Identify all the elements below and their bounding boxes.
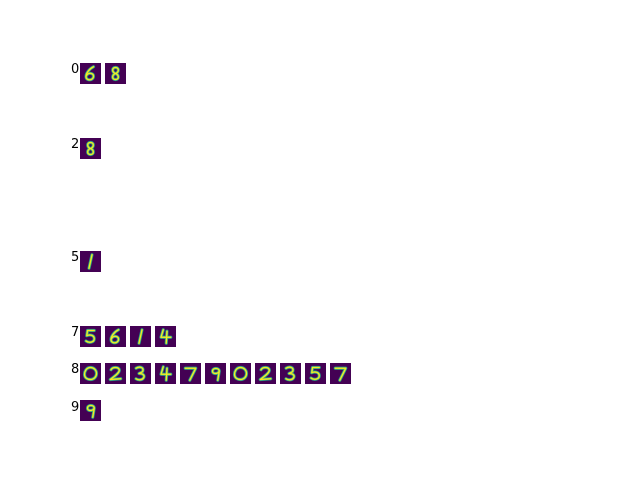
digit-image-7-3 [155, 326, 176, 347]
digit-glyph-9 [205, 363, 226, 384]
digit-glyph-1 [130, 326, 151, 347]
digit-image-8-9 [305, 363, 326, 384]
digit-glyph-4 [155, 363, 176, 384]
digit-glyph-8 [105, 63, 126, 84]
digit-image-7-2 [130, 326, 151, 347]
digit-image-0-1 [105, 63, 126, 84]
row-label-7: 7 [71, 325, 80, 340]
digit-image-8-6 [230, 363, 251, 384]
digit-image-8-5 [205, 363, 226, 384]
digit-image-8-8 [280, 363, 301, 384]
digit-glyph-2 [105, 363, 126, 384]
digit-image-8-2 [130, 363, 151, 384]
digit-image-8-0 [80, 363, 101, 384]
digit-glyph-5 [80, 326, 101, 347]
digit-glyph-8 [80, 138, 101, 159]
digit-image-0-0 [80, 63, 101, 84]
digit-glyph-0 [80, 363, 101, 384]
digit-glyph-7 [180, 363, 201, 384]
digit-glyph-4 [155, 326, 176, 347]
row-label-0: 0 [71, 62, 80, 77]
digit-image-8-10 [330, 363, 351, 384]
digit-image-7-0 [80, 326, 101, 347]
digit-image-7-1 [105, 326, 126, 347]
digit-grid: 0 2 5 7 8 9 [0, 0, 640, 480]
row-label-8: 8 [71, 362, 80, 377]
row-label-2: 2 [71, 137, 80, 152]
digit-glyph-6 [80, 63, 101, 84]
digit-glyph-3 [130, 363, 151, 384]
digit-glyph-2 [255, 363, 276, 384]
digit-glyph-3 [280, 363, 301, 384]
digit-image-8-1 [105, 363, 126, 384]
digit-image-9-0 [80, 400, 101, 421]
digit-image-8-3 [155, 363, 176, 384]
row-label-9: 9 [71, 400, 80, 415]
digit-image-5-0 [80, 251, 101, 272]
digit-glyph-9 [80, 400, 101, 421]
digit-glyph-1 [80, 251, 101, 272]
digit-image-8-4 [180, 363, 201, 384]
digit-glyph-5 [305, 363, 326, 384]
row-label-5: 5 [71, 250, 80, 265]
digit-image-2-0 [80, 138, 101, 159]
digit-image-8-7 [255, 363, 276, 384]
digit-glyph-0 [230, 363, 251, 384]
digit-glyph-7 [330, 363, 351, 384]
digit-glyph-6 [105, 326, 126, 347]
